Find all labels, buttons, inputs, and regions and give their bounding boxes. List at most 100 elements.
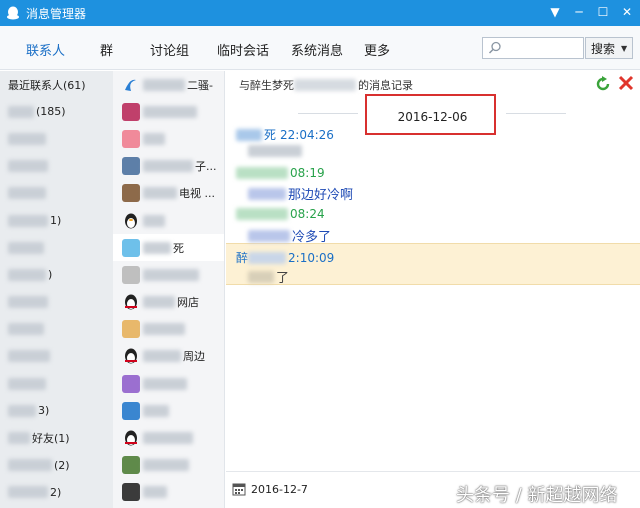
- list-item[interactable]: 周边: [113, 343, 224, 370]
- blurred-name: [8, 105, 34, 118]
- list-item[interactable]: [113, 424, 224, 451]
- contact-name: 周边: [183, 350, 205, 364]
- search-box: [482, 37, 584, 59]
- list-item[interactable]: [113, 479, 224, 506]
- message-header: 醉 2:10:09: [236, 249, 334, 266]
- list-item[interactable]: 二骚-: [113, 71, 224, 98]
- list-item[interactable]: ): [0, 261, 113, 288]
- message-time: 08:24: [290, 207, 325, 221]
- blurred-name: [143, 105, 197, 118]
- list-item[interactable]: [113, 370, 224, 397]
- list-item[interactable]: [0, 125, 113, 152]
- list-item-label: 3): [38, 404, 50, 418]
- blurred-text: [248, 270, 274, 283]
- blurred-name: [143, 404, 169, 417]
- list-item[interactable]: 网店: [113, 289, 224, 316]
- list-item[interactable]: [113, 207, 224, 234]
- blurred-name: [8, 187, 46, 200]
- list-item[interactable]: 电视 ...: [113, 180, 224, 207]
- sender-name: 醉: [236, 251, 249, 265]
- blurred-name: [143, 187, 177, 200]
- tab-temp-sessions[interactable]: 临时会话: [217, 40, 269, 59]
- list-item[interactable]: [113, 261, 224, 288]
- penguin-avatar-icon: [125, 348, 137, 364]
- list-item[interactable]: [0, 180, 113, 207]
- avatar: [122, 157, 140, 176]
- list-item-label: 1): [50, 214, 62, 228]
- list-item[interactable]: (2): [0, 452, 113, 479]
- maximize-button[interactable]: ☐: [596, 4, 610, 20]
- list-item[interactable]: [0, 153, 113, 180]
- tab-groups[interactable]: 群: [100, 40, 113, 59]
- tab-system-messages[interactable]: 系统消息: [291, 40, 343, 59]
- sender-name: 死: [264, 128, 277, 142]
- blurred-name: [8, 432, 30, 445]
- blurred-name: [8, 486, 48, 499]
- avatar: [122, 102, 140, 121]
- list-item[interactable]: [113, 125, 224, 152]
- window-title: 消息管理器: [26, 6, 87, 21]
- list-item[interactable]: 子...: [113, 153, 224, 180]
- message-header: 08:24: [236, 207, 325, 221]
- message-text: 那边好冷啊: [248, 184, 353, 203]
- search-button[interactable]: 搜索 ▼: [585, 37, 633, 59]
- contact-name: 子...: [195, 160, 217, 174]
- contact-name: 网店: [177, 296, 199, 310]
- contacts-list: 二骚- 子... 电视 ... 死 网店 周边: [113, 71, 225, 508]
- blurred-name: [8, 296, 48, 309]
- message-text: [248, 145, 304, 157]
- minimize-button[interactable]: ─: [572, 4, 586, 20]
- list-item[interactable]: [0, 316, 113, 343]
- list-item[interactable]: (185): [0, 98, 113, 125]
- tab-contacts[interactable]: 联系人: [26, 40, 65, 59]
- date-picker-value[interactable]: 2016-12-7: [251, 483, 308, 496]
- calendar-icon[interactable]: [232, 482, 246, 496]
- avatar: [122, 483, 140, 502]
- list-item[interactable]: 3): [0, 397, 113, 424]
- list-item[interactable]: [113, 316, 224, 343]
- title-bar: 消息管理器 ▼ ─ ☐ ✕: [0, 0, 640, 26]
- contact-groups-list: 最近联系人(61) (185) 1) ) 3) 好友(1) (2) 2): [0, 71, 113, 508]
- list-item[interactable]: 最近联系人(61): [0, 71, 113, 98]
- penguin-avatar-icon: [125, 294, 137, 310]
- list-item-label: (185): [36, 105, 66, 119]
- list-item-label: 好友(1): [32, 432, 70, 446]
- list-item[interactable]: [0, 234, 113, 261]
- blurred-name: [143, 78, 185, 91]
- list-item[interactable]: 1): [0, 207, 113, 234]
- divider: [506, 113, 566, 114]
- avatar: [122, 129, 140, 148]
- avatar: [122, 238, 140, 257]
- list-item-label: ): [48, 268, 53, 282]
- divider: [226, 471, 640, 472]
- list-item[interactable]: [0, 343, 113, 370]
- nav-bar: 联系人 群 讨论组 临时会话 系统消息 更多 搜索 ▼: [0, 26, 640, 70]
- blurred-name: [236, 208, 288, 220]
- list-item-selected[interactable]: 死: [113, 234, 224, 262]
- delete-icon[interactable]: [618, 75, 634, 91]
- tab-discussion-groups[interactable]: 讨论组: [150, 40, 189, 59]
- list-item[interactable]: [0, 370, 113, 397]
- list-item[interactable]: [113, 98, 224, 125]
- blurred-name: [8, 323, 44, 336]
- contact-name: 死: [173, 241, 184, 255]
- list-item[interactable]: [113, 397, 224, 424]
- list-item[interactable]: 好友(1): [0, 424, 113, 451]
- list-item[interactable]: 2): [0, 479, 113, 506]
- refresh-icon[interactable]: [594, 75, 612, 93]
- blurred-name: [248, 251, 287, 264]
- blurred-name: [143, 323, 185, 336]
- message-time: 22:04:26: [280, 127, 334, 142]
- message-time: 2:10:09: [288, 250, 335, 265]
- search-input[interactable]: [505, 39, 581, 57]
- list-item[interactable]: [113, 452, 224, 479]
- list-item[interactable]: [0, 289, 113, 316]
- blurred-name: [143, 268, 199, 281]
- record-header-suffix: 的消息记录: [358, 79, 413, 92]
- close-button[interactable]: ✕: [620, 4, 634, 20]
- blurred-name: [8, 160, 48, 173]
- dropdown-menu-button[interactable]: ▼: [548, 4, 562, 20]
- blurred-name: [8, 350, 50, 363]
- tab-more[interactable]: 更多: [364, 40, 390, 59]
- blurred-name: [143, 350, 181, 363]
